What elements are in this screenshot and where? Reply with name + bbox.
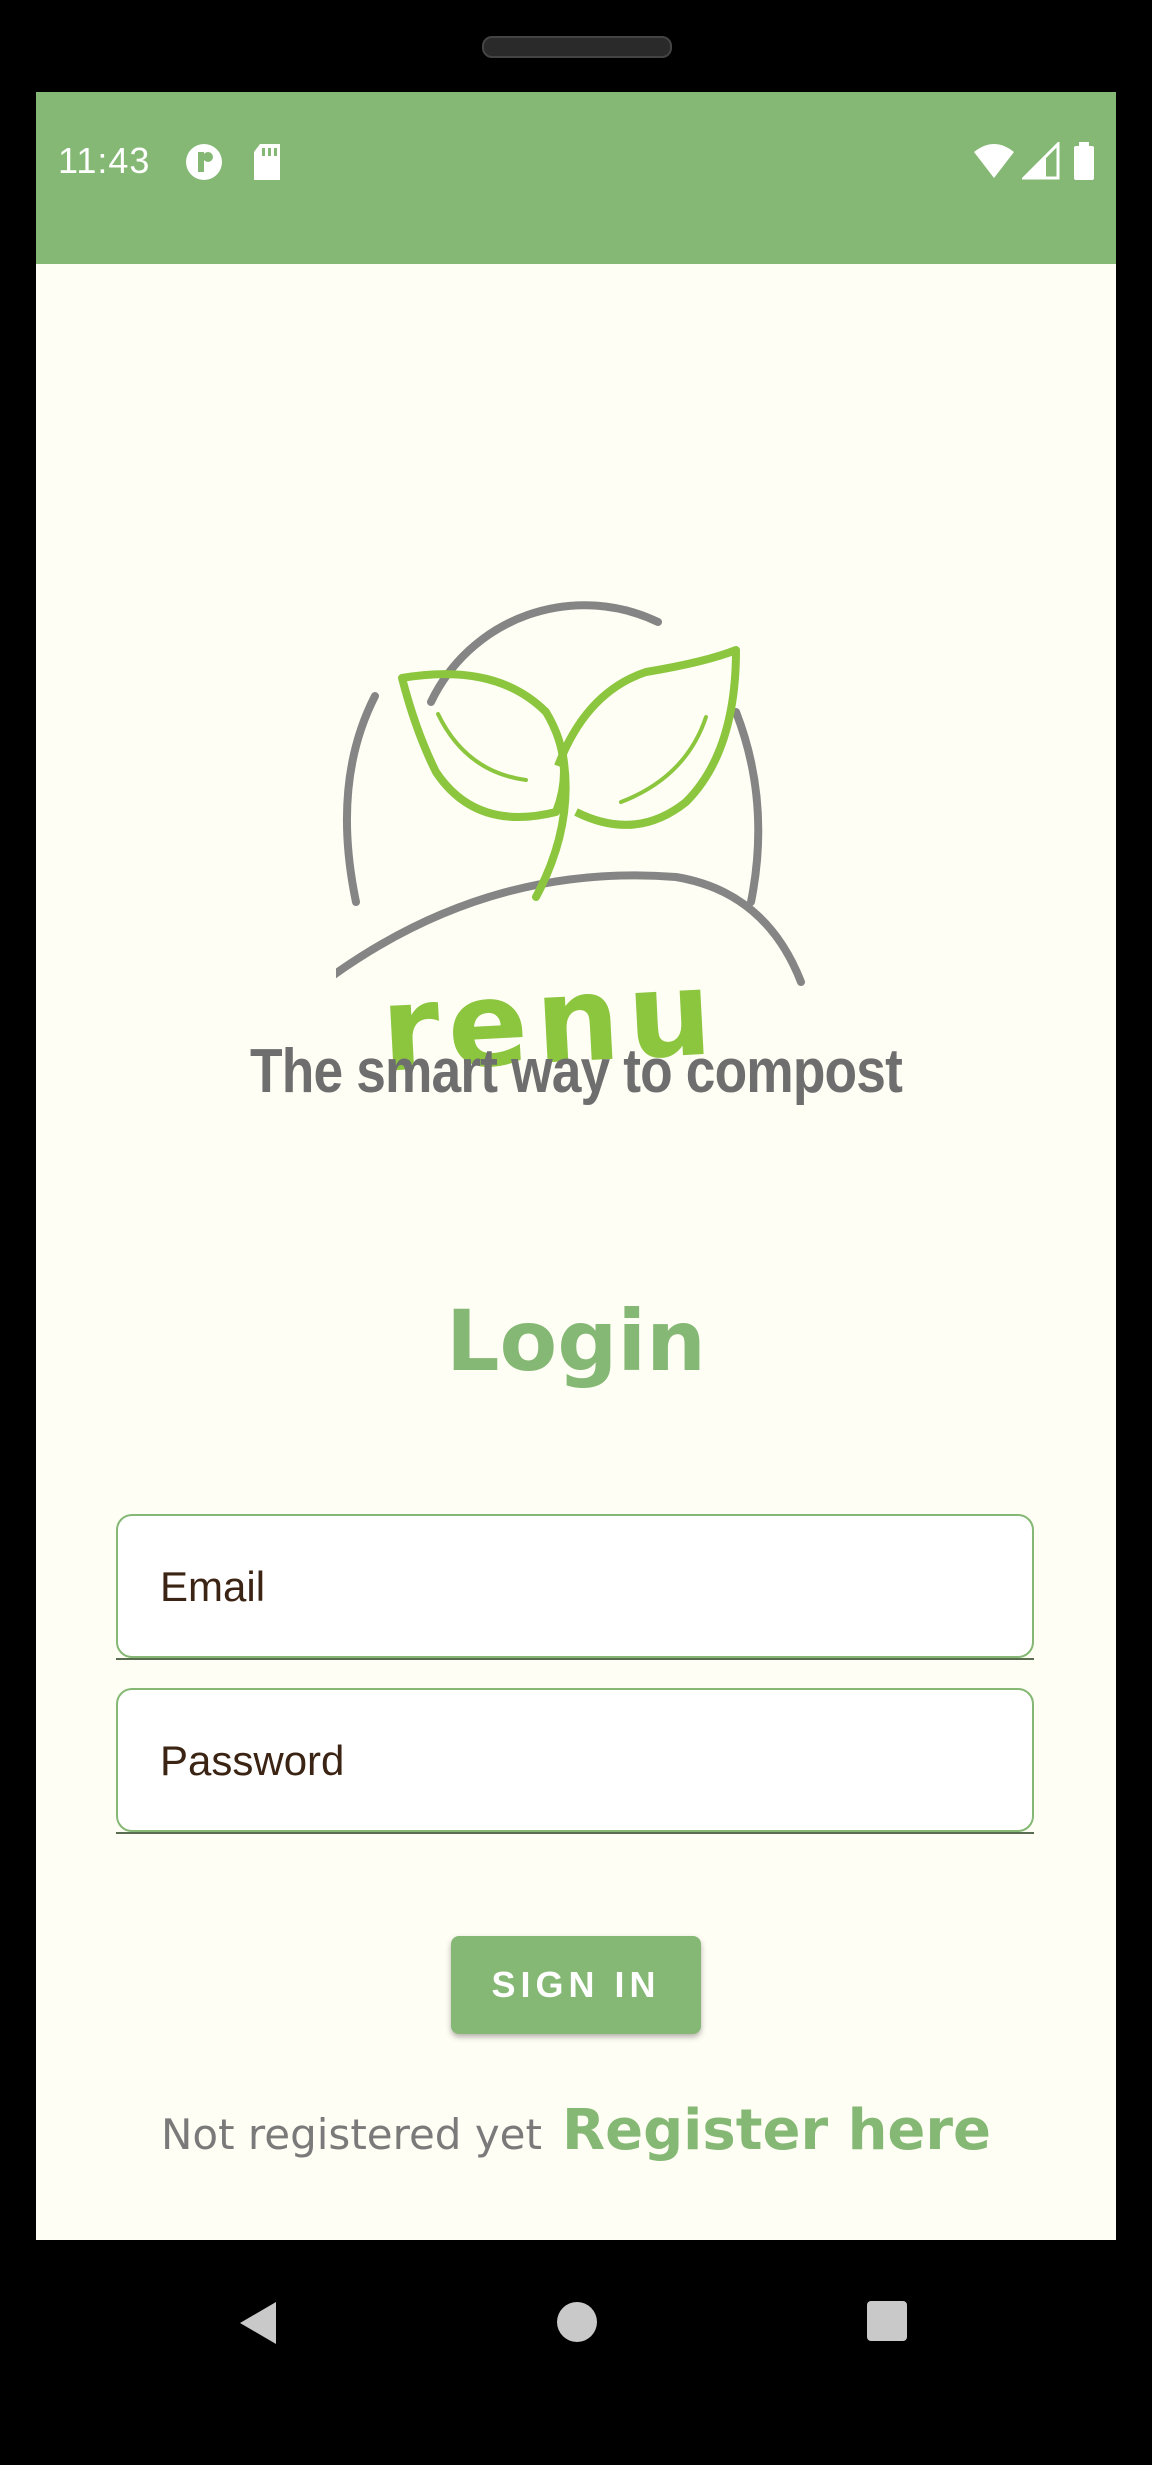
recents-icon[interactable] [866,2300,908,2346]
app-screen: 11:43 renu The smart way to compost Logi… [36,92,1116,2240]
circle-p-icon [184,142,224,186]
earpiece-speaker [482,36,672,58]
email-field[interactable] [158,1516,992,1658]
login-title: Login [446,1292,706,1390]
password-field-container [116,1688,1034,1834]
register-link[interactable]: Register here [562,2098,991,2163]
password-field[interactable] [158,1690,992,1832]
navigation-bar [0,2240,1152,2400]
wifi-icon [972,142,1016,186]
email-field-container [116,1514,1034,1660]
home-icon[interactable] [555,2300,599,2348]
status-time: 11:43 [58,140,151,181]
register-prompt: Not registered yet [160,2110,542,2159]
signal-icon [1020,140,1062,186]
status-bar: 11:43 [36,92,1116,264]
sign-in-button[interactable]: SIGN IN [451,1936,701,2034]
renu-logo: renu [320,502,816,1099]
phone-frame: 11:43 renu The smart way to compost Logi… [0,0,1152,2465]
sd-card-icon [250,142,284,186]
register-row: Not registered yet Register here [36,2098,1116,2163]
battery-icon [1072,142,1096,186]
tagline: The smart way to compost [250,1037,903,1106]
back-icon[interactable] [236,2300,282,2350]
